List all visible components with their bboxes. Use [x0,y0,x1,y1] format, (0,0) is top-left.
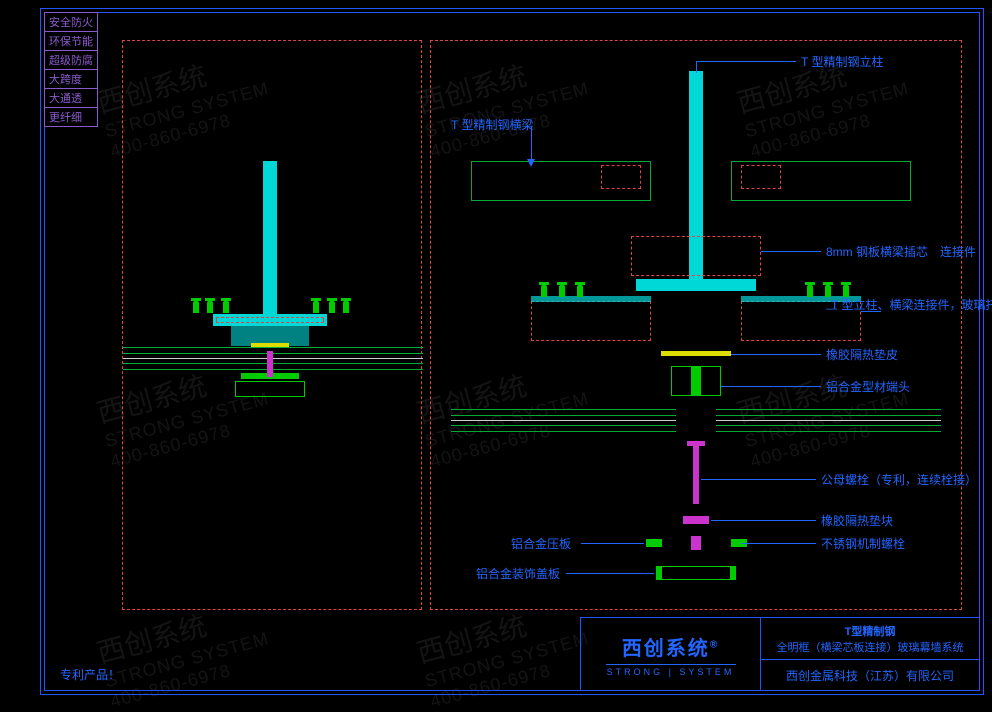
leader [701,479,816,480]
right-exploded-panel: T 型精制钢立柱 T 型精制钢横梁 8mm 钢板横梁插芯 连接件 — T 型立柱… [430,40,962,610]
rubber-pad [251,343,289,347]
brand-divider [606,664,736,665]
ss-bolt [691,536,701,550]
label-core: 8mm 钢板横梁插芯 连接件 [826,243,976,260]
feature-tags: 安全防火 环保节能 超级防腐 大跨度 大通透 更纤细 [44,12,98,126]
beam-slot [601,165,641,189]
glass-spacer [716,420,941,421]
label-ss-bolt: 不锈钢机制螺栓 [821,535,905,552]
leader [741,543,816,544]
glass-line [451,415,676,416]
glass-line [451,431,676,432]
arrow-icon [527,159,535,167]
left-detail-panel [122,40,422,610]
tag-item: 环保节能 [44,31,98,51]
glass-line [451,425,676,426]
tag-item: 大通透 [44,88,98,108]
glass-line [716,431,941,432]
leader [761,251,821,252]
company-name: 西创金属科技（江苏）有限公司 [761,660,979,690]
leader [696,61,796,62]
screw-icon [559,285,565,297]
press-plate-l [646,539,662,547]
title-line-1: T型精制钢 [845,623,896,639]
glass-line [716,415,941,416]
cover-plate [656,566,736,580]
screw-icon [207,301,213,313]
label-rubber-block: 橡胶隔热垫块 [821,512,893,529]
tag-item: 更纤细 [44,107,98,127]
screw-icon [193,301,199,313]
title-line-2: 全明框（横梁芯板连接）玻璃幕墙系统 [777,639,964,655]
cover-plate [235,381,305,397]
glass-line [123,369,423,370]
screw-icon [577,285,583,297]
bracket-top [531,296,651,302]
label-cover: 铝合金装饰盖板 [476,565,560,582]
label-press: 铝合金压板 [511,535,571,552]
glass-line [716,425,941,426]
screw-icon [313,301,319,313]
bracket-left [531,301,651,341]
long-bolt [693,446,699,504]
screw-icon [807,285,813,297]
alu-endcap-stem [691,366,701,396]
leader [731,354,821,355]
rubber-block [683,516,709,524]
glass-line [123,363,423,364]
cover-edge [656,566,662,580]
label-beam: T 型精制钢横梁 [451,116,533,133]
label-bracket: T 型立柱、横梁连接件，玻璃托板 [831,296,992,313]
glass-line [716,409,941,410]
brand-text: 西创系统 [622,638,710,660]
mullion-web [263,161,277,316]
tag-item: 超级防腐 [44,50,98,70]
leader [696,61,697,73]
rubber-pad [661,351,731,356]
glass-spacer [451,420,676,421]
core-outline [631,236,761,276]
label-alu-end: 铝合金型材端头 [826,378,910,395]
glass-line [123,347,423,348]
label-post: T 型精制钢立柱 [801,53,883,70]
patent-note: 专利产品！ [60,666,120,683]
beam-slot [741,165,781,189]
mullion-flange [636,279,756,291]
leader [581,543,644,544]
leader [721,386,821,387]
screw-icon [329,301,335,313]
bolt-head [687,441,705,446]
brand-cell: 西创系统® STRONG | SYSTEM [581,618,761,690]
flange-dashed [216,317,324,323]
tag-item: 大跨度 [44,69,98,89]
leader [566,573,654,574]
label-bolt: 公母螺栓（专利，连续栓接） [821,471,977,488]
glass-line [123,353,423,354]
brand-mark: ® [710,639,719,650]
screw-icon [223,301,229,313]
screw-icon [541,285,547,297]
bolt [267,351,273,377]
cover-edge [730,566,736,580]
glass-line [451,409,676,410]
label-rubber-pad: 橡胶隔热垫皮 [826,346,898,363]
tag-item: 安全防火 [44,12,98,32]
screw-icon [343,301,349,313]
title-block: 西创系统® STRONG | SYSTEM T型精制钢 全明框（横梁芯板连接）玻… [580,617,980,691]
brand-sub: STRONG | SYSTEM [607,667,735,677]
glass-spacer [123,358,423,359]
leader [711,520,816,521]
